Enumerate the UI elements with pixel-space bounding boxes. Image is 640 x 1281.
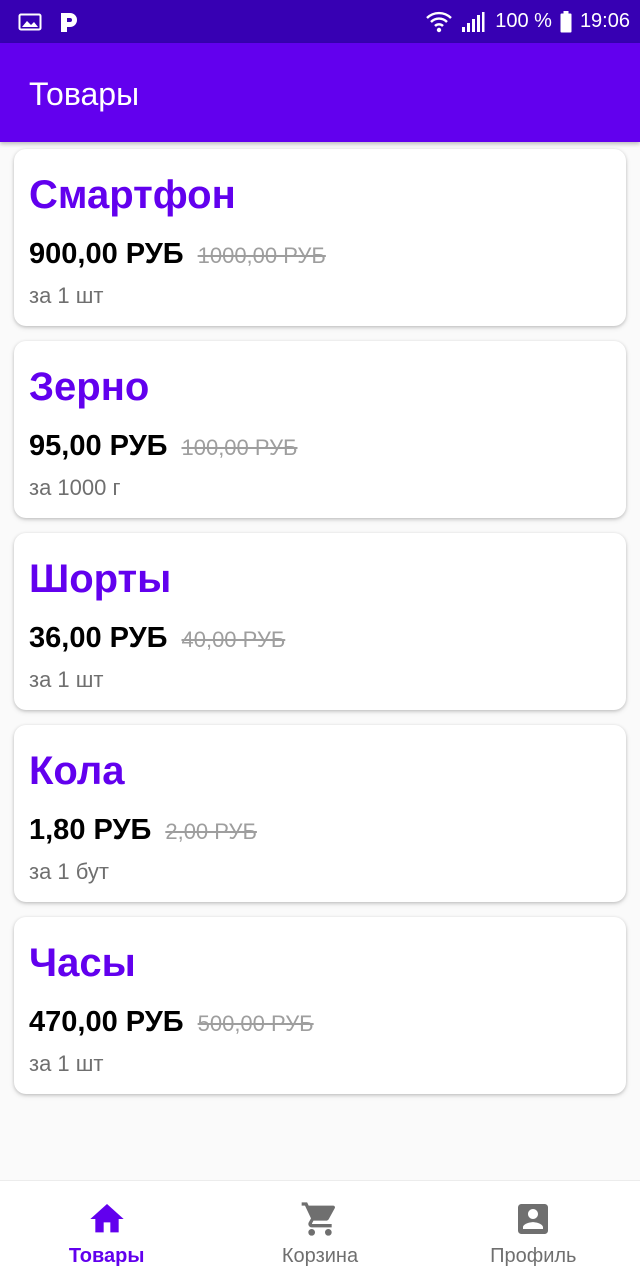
nav-label: Профиль bbox=[490, 1245, 577, 1267]
product-unit: за 1000 г bbox=[29, 475, 121, 500]
battery-icon bbox=[560, 10, 572, 33]
wifi-icon bbox=[425, 10, 453, 34]
page-title: Товары bbox=[29, 76, 140, 112]
product-old-price: 1000,00 РУБ bbox=[197, 243, 326, 268]
product-unit: за 1 шт bbox=[29, 667, 104, 692]
status-bar: 100 % 19:06 bbox=[0, 0, 640, 43]
price-row: 36,00 РУБ 40,00 РУБ bbox=[29, 622, 285, 655]
product-old-price: 40,00 РУБ bbox=[181, 627, 286, 652]
status-left bbox=[18, 0, 80, 43]
signal-icon bbox=[461, 11, 485, 33]
nav-item-cart[interactable]: Корзина bbox=[213, 1181, 426, 1281]
p-app-icon bbox=[58, 10, 80, 34]
product-card[interactable]: Часы 470,00 РУБ 500,00 РУБ за 1 шт bbox=[14, 917, 626, 1094]
product-name: Зерно bbox=[29, 365, 150, 409]
product-unit: за 1 шт bbox=[29, 1051, 104, 1076]
nav-label: Корзина bbox=[281, 1245, 359, 1267]
product-name: Кола bbox=[29, 749, 125, 793]
product-price: 1,80 РУБ bbox=[29, 814, 152, 846]
price-row: 95,00 РУБ 100,00 РУБ bbox=[29, 430, 298, 463]
product-card[interactable]: Смартфон 900,00 РУБ 1000,00 РУБ за 1 шт bbox=[14, 149, 626, 326]
price-row: 470,00 РУБ 500,00 РУБ bbox=[29, 1006, 314, 1039]
product-card[interactable]: Шорты 36,00 РУБ 40,00 РУБ за 1 шт bbox=[14, 533, 626, 710]
status-right: 100 % 19:06 bbox=[425, 0, 630, 43]
product-name: Часы bbox=[29, 941, 136, 985]
product-old-price: 500,00 РУБ bbox=[197, 1011, 314, 1036]
nav-item-profile[interactable]: Профиль bbox=[427, 1181, 640, 1281]
app-bar: Товары bbox=[0, 43, 640, 142]
battery-percent: 100 % bbox=[495, 10, 552, 32]
nav-label: Товары bbox=[68, 1245, 145, 1267]
product-old-price: 100,00 РУБ bbox=[181, 435, 298, 460]
price-row: 1,80 РУБ 2,00 РУБ bbox=[29, 814, 257, 847]
product-name: Смартфон bbox=[29, 173, 236, 217]
product-name: Шорты bbox=[29, 557, 172, 601]
product-price: 470,00 РУБ bbox=[29, 1006, 184, 1038]
product-old-price: 2,00 РУБ bbox=[165, 819, 257, 844]
product-price: 900,00 РУБ bbox=[29, 238, 184, 270]
price-row: 900,00 РУБ 1000,00 РУБ bbox=[29, 238, 326, 271]
gallery-icon bbox=[18, 12, 42, 32]
profile-icon bbox=[518, 1204, 549, 1234]
cart-icon bbox=[301, 1202, 335, 1236]
product-unit: за 1 бут bbox=[29, 859, 109, 884]
product-unit: за 1 шт bbox=[29, 283, 104, 308]
product-list: Смартфон 900,00 РУБ 1000,00 РУБ за 1 шт … bbox=[14, 149, 626, 1109]
status-time: 19:06 bbox=[579, 10, 630, 32]
product-price: 95,00 РУБ bbox=[29, 430, 168, 462]
nav-item-products[interactable]: Товары bbox=[0, 1181, 213, 1281]
product-price: 36,00 РУБ bbox=[29, 622, 168, 654]
bottom-nav: Товары Корзина Профиль bbox=[0, 1180, 640, 1281]
home-icon bbox=[89, 1204, 124, 1233]
product-card[interactable]: Зерно 95,00 РУБ 100,00 РУБ за 1000 г bbox=[14, 341, 626, 518]
product-card[interactable]: Кола 1,80 РУБ 2,00 РУБ за 1 бут bbox=[14, 725, 626, 902]
